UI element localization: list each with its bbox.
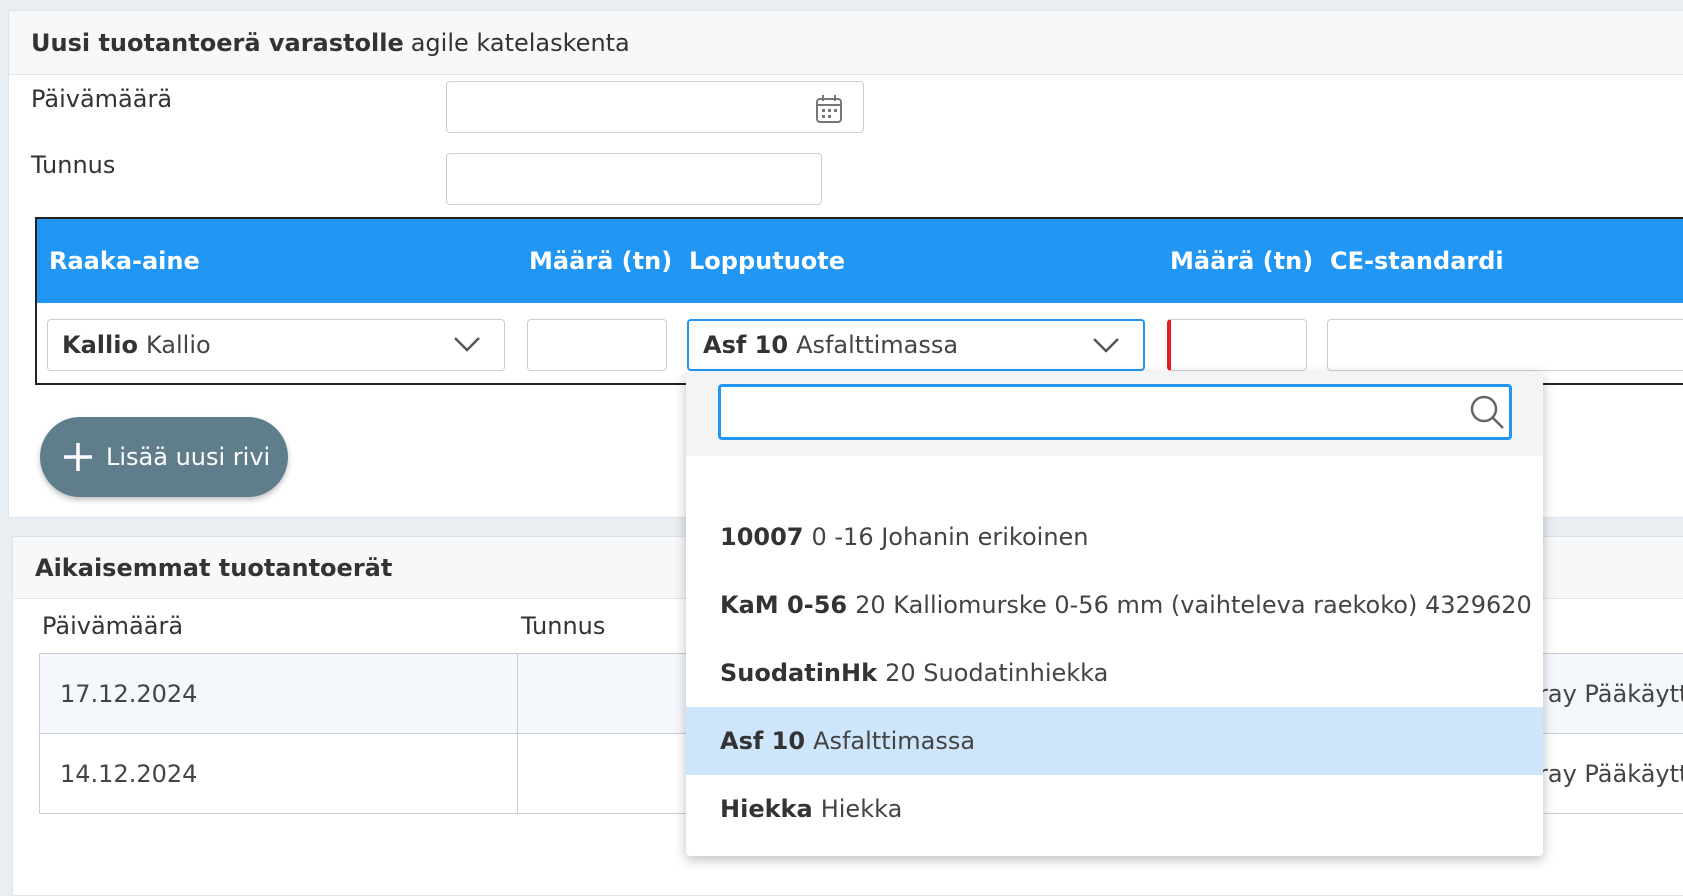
option-name: 20 Suodatinhiekka xyxy=(885,659,1108,687)
raw-material-name: Kallio xyxy=(146,331,211,359)
add-row-label: Lisää uusi rivi xyxy=(106,443,270,471)
chevron-down-icon[interactable] xyxy=(452,334,482,354)
col-ce-standard: CE-standardi xyxy=(1330,247,1504,275)
history-user: ray Pääkäytt xyxy=(1538,654,1683,734)
batch-rows-grid: Raaka-aine Määrä (tn) Lopputuote Määrä (… xyxy=(35,217,1683,385)
dropdown-option[interactable]: 10007 0 -16 Johanin erikoinen xyxy=(686,503,1543,571)
option-code: 10007 xyxy=(720,523,804,551)
col-product: Lopputuote xyxy=(689,247,845,275)
dropdown-option-selected[interactable]: Asf 10 Asfalttimassa xyxy=(686,707,1543,775)
new-batch-subtitle: agile katelaskenta xyxy=(411,29,630,57)
history-user: ray Pääkäytt xyxy=(1538,734,1683,814)
dropdown-option[interactable]: Hiekka Hiekka xyxy=(686,775,1543,843)
option-name: 20 Kalliomurske 0-56 mm (vaihteleva raek… xyxy=(855,591,1532,619)
history-col-date: Päivämäärä xyxy=(42,612,183,640)
add-row-button[interactable]: Lisää uusi rivi xyxy=(40,417,288,497)
ce-standard-input[interactable] xyxy=(1327,319,1683,371)
history-date: 14.12.2024 xyxy=(40,734,518,814)
option-name: Asfalttimassa xyxy=(813,727,975,755)
product-select[interactable]: Asf 10 Asfalttimassa xyxy=(687,319,1145,371)
calendar-icon[interactable] xyxy=(815,94,843,124)
product-code: Asf 10 xyxy=(703,331,788,359)
new-batch-title: Uusi tuotantoerä varastolle xyxy=(31,29,404,57)
option-code: KaM 0-56 xyxy=(720,591,847,619)
product-amount-input[interactable] xyxy=(1167,319,1307,371)
new-batch-header: Uusi tuotantoerä varastolle agile katela… xyxy=(9,11,1683,75)
col-raw-material: Raaka-aine xyxy=(49,247,200,275)
id-input[interactable] xyxy=(446,153,822,205)
col-raw-amount: Määrä (tn) xyxy=(529,247,672,275)
raw-amount-input[interactable] xyxy=(527,319,667,371)
option-code: Hiekka xyxy=(720,795,813,823)
option-name: 0 -16 Johanin erikoinen xyxy=(812,523,1089,551)
grid-header: Raaka-aine Määrä (tn) Lopputuote Määrä (… xyxy=(37,219,1683,303)
dropdown-search-input[interactable] xyxy=(718,384,1512,440)
product-dropdown[interactable]: 10007 0 -16 Johanin erikoinen KaM 0-56 2… xyxy=(686,372,1543,856)
option-name: Hiekka xyxy=(821,795,903,823)
raw-material-select[interactable]: Kallio Kallio xyxy=(47,319,505,371)
chevron-down-icon[interactable] xyxy=(1091,335,1121,355)
history-col-id: Tunnus xyxy=(521,612,605,640)
search-icon xyxy=(1469,394,1505,430)
previous-batches-title: Aikaisemmat tuotantoerät xyxy=(35,554,392,582)
col-product-amount: Määrä (tn) xyxy=(1170,247,1313,275)
dropdown-option[interactable]: SuodatinHk 20 Suodatinhiekka xyxy=(686,639,1543,707)
date-label: Päivämäärä xyxy=(31,85,172,113)
dropdown-search-area xyxy=(686,372,1543,456)
product-name: Asfalttimassa xyxy=(796,331,958,359)
history-date: 17.12.2024 xyxy=(40,654,518,734)
option-code: SuodatinHk xyxy=(720,659,877,687)
option-code: Asf 10 xyxy=(720,727,805,755)
id-label: Tunnus xyxy=(31,151,115,179)
date-field[interactable] xyxy=(446,81,864,133)
dropdown-option[interactable]: KaM 0-56 20 Kalliomurske 0-56 mm (vaihte… xyxy=(686,571,1543,639)
plus-icon xyxy=(62,441,94,473)
raw-material-code: Kallio xyxy=(62,331,138,359)
